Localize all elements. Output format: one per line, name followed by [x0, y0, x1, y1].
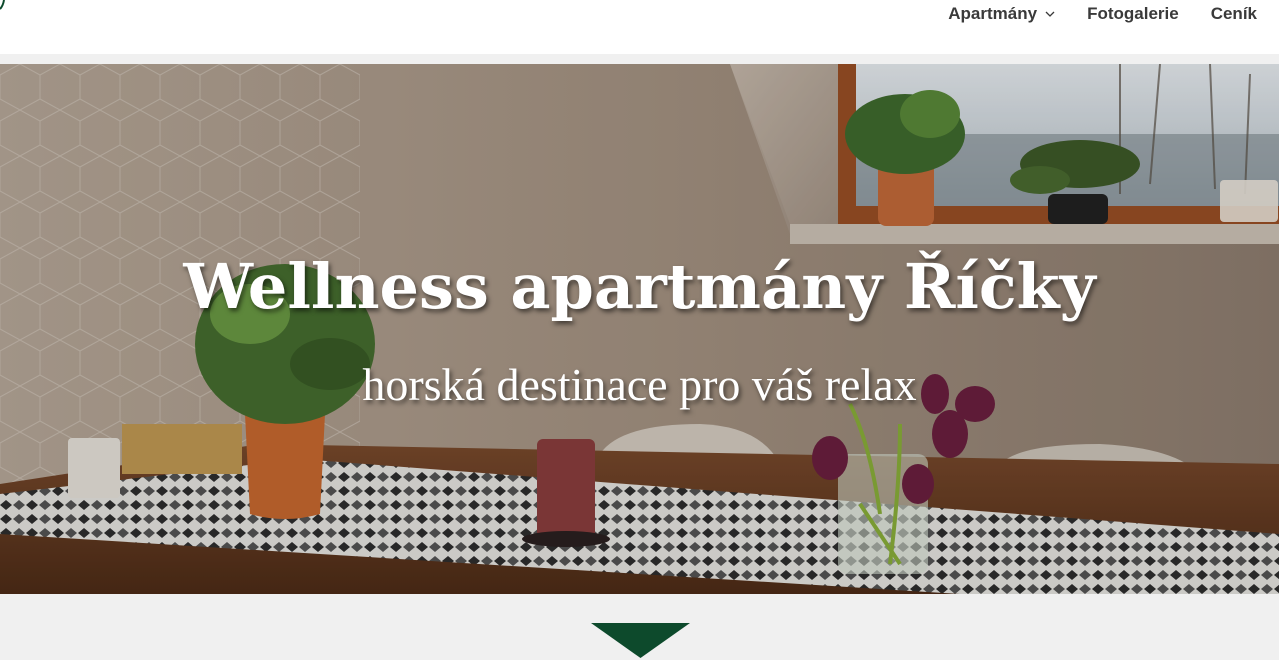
nav-item-cenik[interactable]: Ceník: [1211, 4, 1257, 24]
hero-subtitle: horská destinace pro váš relax: [362, 359, 917, 410]
main-nav: Apartmány Fotogalerie Ceník: [948, 0, 1257, 28]
site-header: Apartmány Fotogalerie Ceník: [0, 0, 1279, 54]
hero-banner: Wellness apartmány Říčky horská destinac…: [0, 64, 1279, 594]
hero-background-image: [0, 64, 1279, 594]
logo[interactable]: [0, 0, 6, 10]
chevron-down-icon: [1045, 11, 1055, 17]
nav-item-label: Fotogalerie: [1087, 4, 1179, 23]
triangle-down-icon[interactable]: [591, 623, 690, 658]
nav-item-apartmany[interactable]: Apartmány: [948, 4, 1055, 24]
hero-title: Wellness apartmány Říčky: [183, 250, 1096, 323]
nav-item-label: Ceník: [1210, 4, 1257, 23]
nav-item-fotogalerie[interactable]: Fotogalerie: [1087, 4, 1179, 24]
nav-item-label: Apartmány: [948, 4, 1038, 23]
